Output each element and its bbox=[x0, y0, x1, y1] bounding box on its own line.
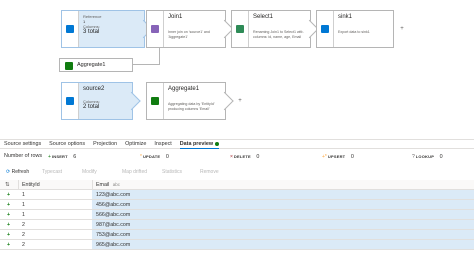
aggregate-icon bbox=[151, 97, 159, 105]
upsert-icon: +* bbox=[322, 154, 327, 160]
aggregate1-node[interactable]: Aggregate1 Aggregating data by 'EntityId… bbox=[146, 82, 234, 120]
source2-node[interactable]: source2 Columns: 2 total bbox=[61, 82, 141, 120]
map-drifted-button[interactable]: Map drifted bbox=[122, 168, 147, 177]
dataflow-canvas[interactable]: Reference 1 Columns: 3 total Join1 Inner… bbox=[0, 0, 474, 137]
tab-inspect[interactable]: Inspect bbox=[150, 139, 175, 149]
source-icon bbox=[66, 25, 74, 33]
preview-toolbar: ⟳ Refresh Typecast Modify Map drifted St… bbox=[0, 168, 474, 177]
join1-node[interactable]: Join1 Inner join on 'source1' and 'Aggre… bbox=[146, 10, 234, 48]
update-icon: * bbox=[140, 154, 142, 160]
sort-icon[interactable]: ⇅ bbox=[5, 180, 9, 190]
column-header-email[interactable]: Email abc bbox=[96, 180, 120, 190]
select1-node[interactable]: Select1 Renaming Join1 to Select1 with c… bbox=[231, 10, 319, 48]
add-step-icon[interactable]: + bbox=[398, 25, 406, 33]
sink-icon bbox=[321, 25, 329, 33]
insert-icon: + bbox=[7, 212, 11, 218]
refresh-icon: ⟳ bbox=[6, 169, 11, 175]
typecast-button[interactable]: Typecast bbox=[42, 168, 62, 177]
tab-data-preview[interactable]: Data preview bbox=[176, 139, 223, 149]
refresh-button[interactable]: ⟳ Refresh bbox=[6, 168, 29, 177]
remove-button[interactable]: Remove bbox=[200, 168, 219, 177]
source-icon bbox=[66, 97, 74, 105]
select-icon bbox=[236, 25, 244, 33]
delete-icon: × bbox=[230, 154, 233, 160]
aggregate-icon bbox=[65, 62, 73, 70]
sink1-node[interactable]: sink1 Export data to sink1 bbox=[316, 10, 394, 48]
statistics-button[interactable]: Statistics bbox=[162, 168, 182, 177]
table-row[interactable]: + 2 965@abc.com bbox=[0, 240, 474, 250]
join-icon bbox=[151, 25, 159, 33]
insert-icon: + bbox=[7, 242, 11, 248]
insert-icon: + bbox=[7, 202, 11, 208]
table-header: ⇅ EntityId Email abc bbox=[0, 180, 474, 190]
modify-button[interactable]: Modify bbox=[82, 168, 97, 177]
status-dot-icon bbox=[215, 141, 220, 146]
tab-projection[interactable]: Projection bbox=[89, 139, 121, 149]
table-row[interactable]: + 1 456@abc.com bbox=[0, 200, 474, 210]
table-row[interactable]: + 1 566@abc.com bbox=[0, 210, 474, 220]
table-row[interactable]: + 2 987@abc.com bbox=[0, 220, 474, 230]
insert-icon: + bbox=[48, 154, 51, 160]
row-stats: Number of rows +INSERT 6 *UPDATE 0 ×DELE… bbox=[4, 153, 443, 160]
source1-node[interactable]: Reference 1 Columns: 3 total bbox=[61, 10, 153, 48]
aggregate-reference-node[interactable]: Aggregate1 bbox=[59, 58, 133, 72]
add-step-icon[interactable]: + bbox=[236, 97, 244, 105]
settings-tabs: Source settings Source options Projectio… bbox=[0, 139, 474, 149]
table-row[interactable]: + 2 753@abc.com bbox=[0, 230, 474, 240]
column-header-entityid[interactable]: EntityId bbox=[22, 180, 40, 190]
lookup-icon: ? bbox=[412, 154, 415, 160]
insert-icon: + bbox=[7, 222, 11, 228]
tab-optimize[interactable]: Optimize bbox=[121, 139, 150, 149]
tab-source-options[interactable]: Source options bbox=[45, 139, 89, 149]
table-row[interactable]: + 1 123@abc.com bbox=[0, 190, 474, 200]
insert-icon: + bbox=[7, 192, 11, 198]
insert-icon: + bbox=[7, 232, 11, 238]
tab-source-settings[interactable]: Source settings bbox=[0, 139, 45, 149]
